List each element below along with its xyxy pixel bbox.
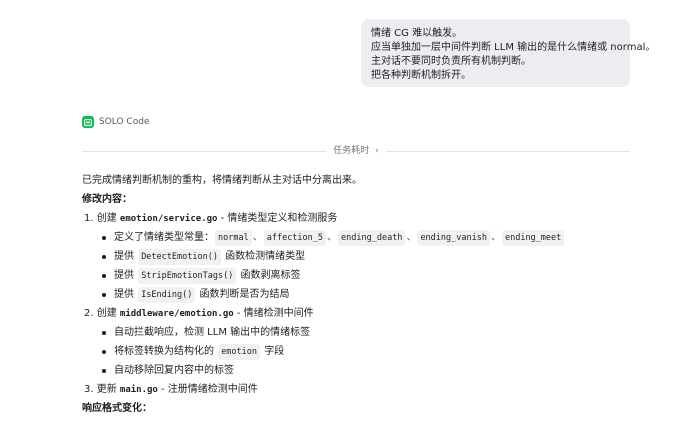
task-duration-toggle[interactable]: 任务耗时 › (326, 145, 386, 157)
agent-response: 已完成情绪判断机制的重构，将情绪判断从主对话中分离出来。 修改内容： 1. 创建… (82, 171, 642, 418)
chevron-right-icon: › (375, 146, 379, 156)
task-duration-label: 任务耗时 (333, 146, 370, 156)
file-name: main.go (119, 384, 158, 395)
sub-list-item: 提供 IsEnding() 函数判断是否为结局 (82, 285, 642, 304)
file-name: middleware/emotion.go (119, 308, 234, 319)
inline-code: ending_meet (501, 229, 565, 246)
sub-list-item: 定义了情绪类型常量： normal 、 affection_5 、 ending… (82, 228, 642, 247)
inline-code: ending_death (338, 229, 406, 246)
inline-code: StripEmotionTags() (138, 267, 237, 284)
bullet-icon (102, 330, 106, 335)
sub-list-item: 提供 StripEmotionTags() 函数剥离标签 (82, 266, 642, 285)
list-item: 3. 更新 main.go - 注册情绪检测中间件 (84, 383, 258, 395)
sub-list-item: 自动移除回复内容中的标签 (82, 361, 642, 380)
inline-code: affection_5 (263, 229, 327, 246)
terminal-icon (82, 116, 94, 128)
bullet-icon (102, 273, 106, 278)
user-message-line: 主对话不要同时负责所有机制判断。 (371, 56, 531, 67)
inline-code: normal (215, 229, 252, 246)
bullet-icon (102, 368, 106, 373)
user-message-line: 应当单独加一层中间件判断 LLM 输出的是什么情绪或 normal。 (371, 42, 656, 53)
response-summary: 已完成情绪判断机制的重构，将情绪判断从主对话中分离出来。 (82, 174, 362, 186)
user-message-bubble: 情绪 CG 难以触发。 应当单独加一层中间件判断 LLM 输出的是什么情绪或 n… (361, 19, 656, 87)
list-item: 2. 创建 middleware/emotion.go - 情绪检测中间件 (84, 307, 314, 319)
task-duration-divider[interactable]: 任务耗时 › (82, 145, 630, 157)
agent-header: SOLO Code (82, 116, 149, 128)
list-item: 1. 创建 emotion/service.go - 情绪类型定义和检测服务 (84, 212, 338, 224)
bullet-icon (102, 254, 106, 259)
sub-list-item: 自动拦截响应，检测 LLM 输出中的情绪标签 (82, 323, 642, 342)
sub-list-item: 将标签转换为结构化的 emotion 字段 (82, 342, 642, 361)
sub-list-item: 提供 DetectEmotion() 函数检测情绪类型 (82, 247, 642, 266)
file-name: emotion/service.go (119, 213, 218, 224)
section-heading-format: 响应格式变化： (82, 402, 152, 414)
user-message-line: 把各种判断机制拆开。 (371, 70, 471, 81)
user-message-line: 情绪 CG 难以触发。 (371, 28, 463, 39)
section-heading-changes: 修改内容： (82, 193, 132, 205)
bullet-icon (102, 292, 106, 297)
inline-code: ending_vanish (417, 229, 490, 246)
bullet-icon (102, 349, 106, 354)
agent-name: SOLO Code (99, 117, 150, 127)
inline-code: DetectEmotion() (138, 248, 221, 265)
inline-code: IsEnding() (138, 286, 196, 303)
bullet-icon (102, 235, 106, 240)
inline-code: emotion (218, 343, 261, 360)
